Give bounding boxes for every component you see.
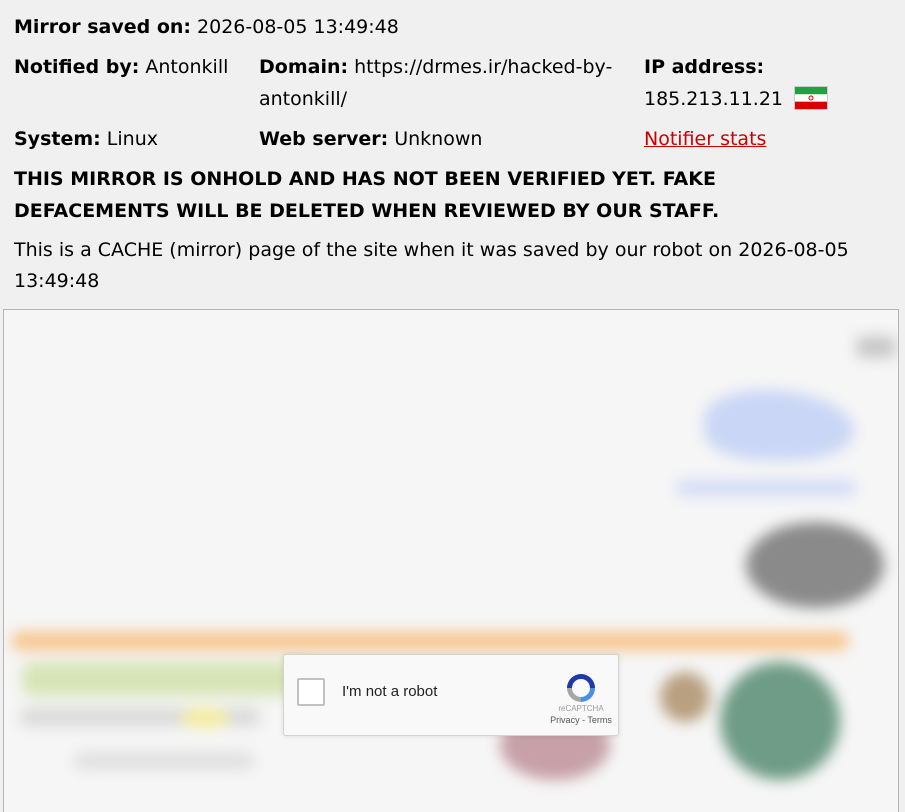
web-server-value: Unknown — [394, 128, 483, 150]
blurred-orange-bar — [12, 632, 848, 650]
blurred-blue-graphic — [704, 390, 854, 460]
recaptcha-logo-icon — [567, 674, 595, 702]
web-server-row: Web server: Unknown — [259, 123, 482, 155]
mirror-frame: I'm not a robot reCAPTCHA Privacy - Term… — [3, 309, 899, 812]
notified-by-row: Notified by: Antonkill — [14, 51, 228, 83]
onhold-warning: THIS MIRROR IS ONHOLD AND HAS NOT BEEN V… — [14, 163, 874, 227]
blurred-brown-circle — [660, 672, 710, 722]
blurred-teal-circle — [720, 662, 840, 780]
recaptcha-privacy-link[interactable]: Privacy — [550, 715, 580, 725]
cache-notice-line-1: This is a CACHE (mirror) page of the sit… — [14, 239, 849, 261]
domain-value-line2: antonkill/ — [259, 88, 348, 110]
warning-line-1: THIS MIRROR IS ONHOLD AND HAS NOT BEEN V… — [14, 168, 716, 190]
recaptcha-links: Privacy - Terms — [534, 715, 628, 725]
system-value: Linux — [106, 128, 158, 150]
ip-address-label: IP address: — [644, 51, 764, 83]
recaptcha-terms-link[interactable]: Terms — [587, 715, 612, 725]
recaptcha-widget: I'm not a robot reCAPTCHA Privacy - Term… — [283, 654, 619, 736]
recaptcha-brand: reCAPTCHA — [558, 704, 604, 713]
cache-notice: This is a CACHE (mirror) page of the sit… — [14, 235, 884, 297]
blurred-dark-image — [746, 522, 884, 608]
blurred-yellow-dot — [180, 708, 230, 728]
mirror-saved-row: Mirror saved on: 2026-08-05 13:49:48 — [14, 11, 399, 43]
ip-address-row: 185.213.11.21 — [644, 83, 828, 115]
blurred-green-text — [22, 662, 322, 696]
ip-address-value: 185.213.11.21 — [644, 88, 784, 110]
iran-flag-icon — [795, 86, 828, 109]
blurred-gray-text-2 — [74, 752, 254, 770]
blurred-blue-text — [676, 480, 856, 496]
mirror-saved-value: 2026-08-05 13:49:48 — [197, 16, 399, 38]
blurred-mirror-content — [4, 310, 898, 812]
notifier-stats-row: Notifier stats — [644, 123, 766, 155]
cache-notice-line-2: 13:49:48 — [14, 270, 100, 292]
blurred-close-badge — [856, 336, 896, 358]
recaptcha-checkbox[interactable] — [297, 678, 325, 706]
system-row: System: Linux — [14, 123, 158, 155]
domain-label: Domain: — [259, 56, 349, 78]
notified-by-value: Antonkill — [145, 56, 229, 78]
system-label: System: — [14, 128, 101, 150]
recaptcha-label: I'm not a robot — [342, 683, 438, 700]
mirror-saved-label: Mirror saved on: — [14, 16, 191, 38]
domain-row: Domain: https://drmes.ir/hacked-by- — [259, 51, 612, 83]
warning-line-2: DEFACEMENTS WILL BE DELETED WHEN REVIEWE… — [14, 200, 720, 222]
ip-label: IP address: — [644, 56, 765, 78]
notified-by-label: Notified by: — [14, 56, 140, 78]
notifier-stats-link[interactable]: Notifier stats — [644, 128, 766, 150]
mirror-info-header: Mirror saved on: 2026-08-05 13:49:48 Not… — [0, 0, 905, 310]
domain-value-line1: https://drmes.ir/hacked-by- — [354, 56, 613, 78]
web-server-label: Web server: — [259, 128, 389, 150]
